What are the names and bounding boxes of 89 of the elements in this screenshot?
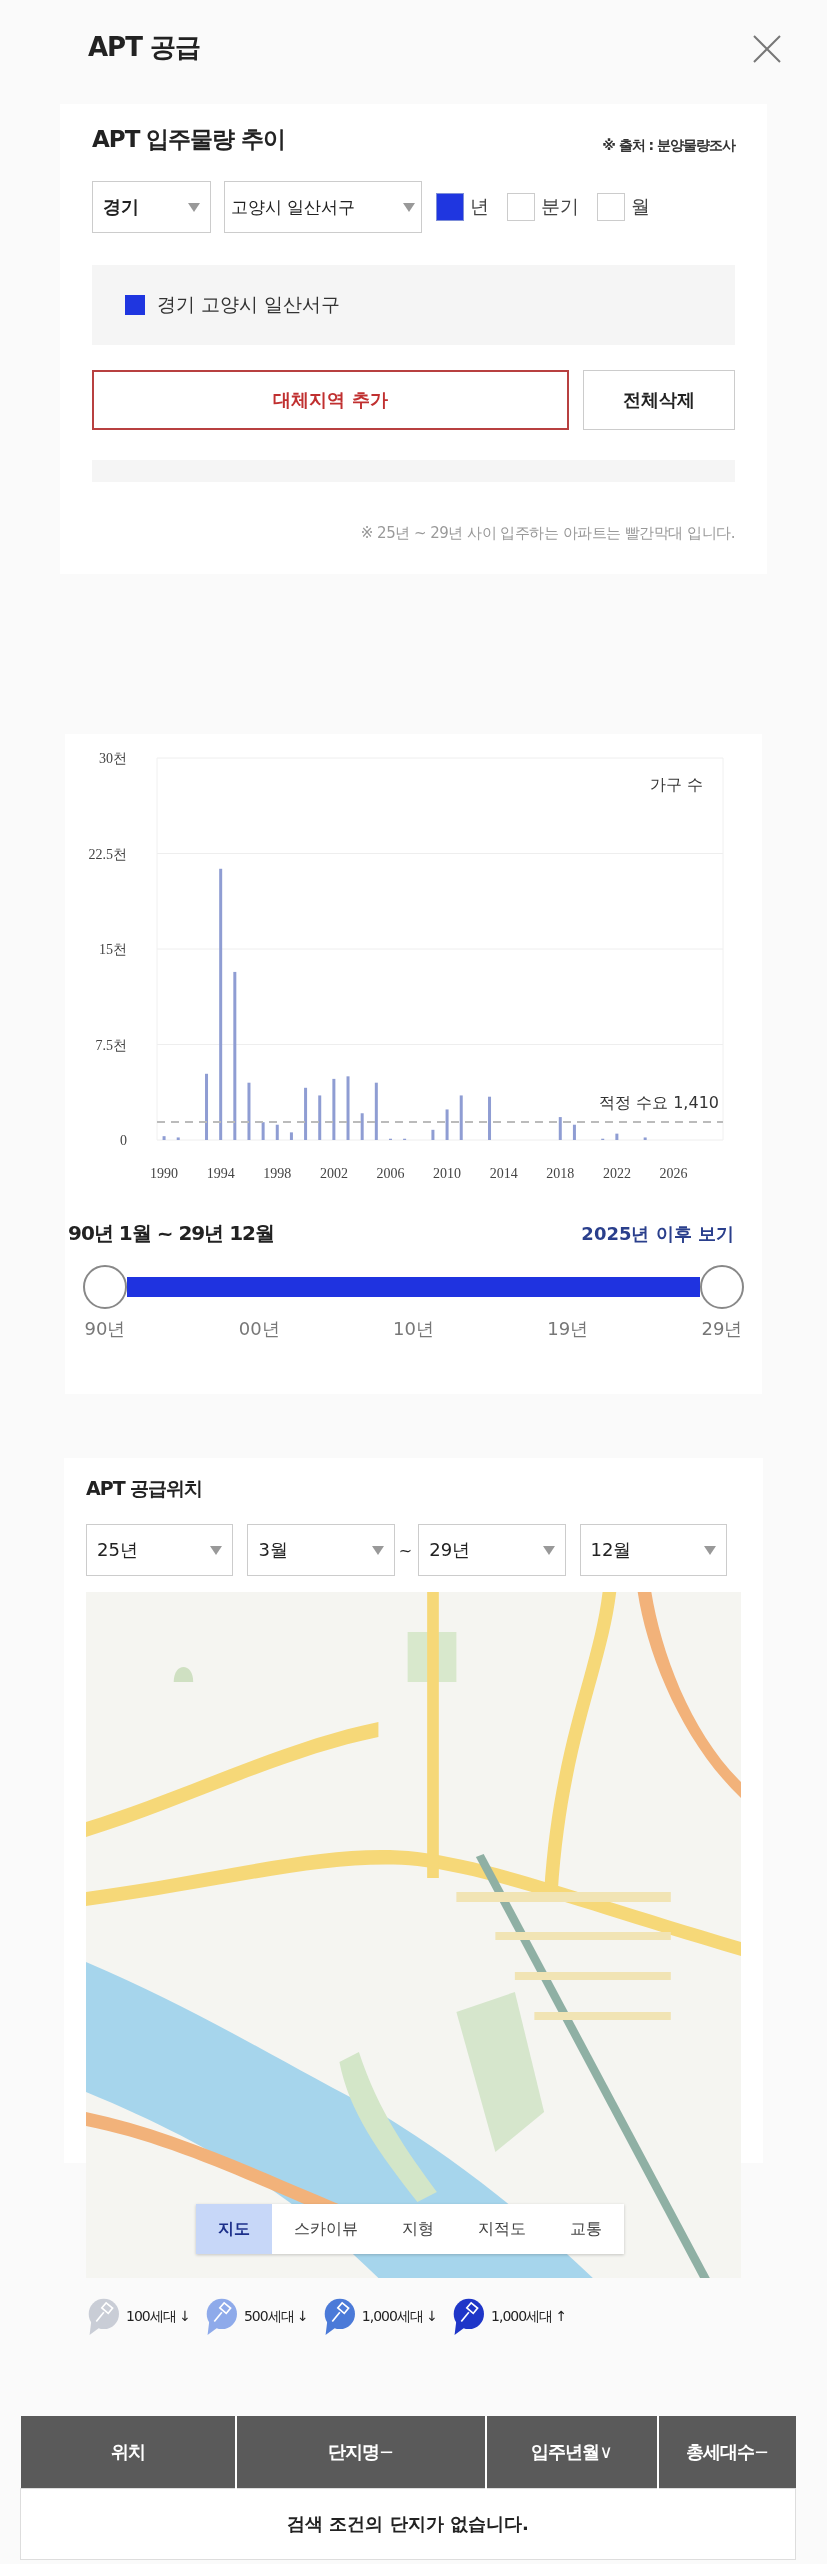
dropdown-arrow-icon [703, 1545, 716, 1555]
slider-handle[interactable] [700, 1265, 744, 1309]
section-title: APT 입주물량 추이 [92, 125, 286, 154]
dropdown-arrow-icon [210, 1545, 223, 1555]
bar [558, 1117, 562, 1140]
slider-tick-label: 19년 [547, 1317, 589, 1341]
y-tick-label: 22.5천 [88, 846, 127, 862]
range-separator: ~ [398, 1540, 413, 1560]
bar [374, 1082, 378, 1140]
legend-label: 1,000세대 ↑ [491, 2307, 567, 2326]
y-tick-label: 7.5천 [95, 1037, 127, 1053]
slider-handle[interactable] [83, 1265, 127, 1309]
region-select[interactable]: 경기 [92, 181, 211, 233]
delete-all-button[interactable]: 전체삭제 [583, 370, 735, 430]
column-header[interactable]: 단지명− [235, 2416, 486, 2489]
y-tick-label: 30천 [99, 751, 127, 766]
region-select[interactable]: 고양시 일산서구 [224, 181, 422, 233]
x-tick-label: 1990 [150, 1166, 179, 1181]
date-select[interactable]: 12월 [579, 1524, 727, 1576]
range-label: 90년 1월 ~ 29년 12월 [68, 1220, 275, 1247]
x-tick-label: 2014 [489, 1166, 518, 1181]
x-tick-label: 1994 [206, 1166, 235, 1181]
bar [572, 1124, 576, 1140]
bar [289, 1132, 293, 1140]
date-select[interactable]: 3월 [247, 1524, 395, 1576]
bar [346, 1076, 350, 1140]
bar [488, 1096, 492, 1140]
x-tick-label: 2026 [659, 1166, 688, 1181]
bar [445, 1109, 449, 1140]
close-icon[interactable] [752, 34, 782, 64]
x-tick-label: 2018 [546, 1166, 575, 1181]
bar [360, 1113, 364, 1140]
y-tick-label: 0 [120, 1133, 127, 1148]
checkbox-label: 분기 [541, 194, 579, 219]
legend-label: 1,000세대 ↓ [361, 2307, 438, 2326]
x-tick-label: 2006 [376, 1166, 405, 1181]
bar [247, 1082, 251, 1140]
x-tick-label: 2002 [319, 1166, 348, 1181]
reference-label: 적정 수요 1,410 [599, 1093, 719, 1113]
period-checkbox[interactable] [436, 193, 464, 221]
dropdown-arrow-icon [542, 1545, 555, 1555]
column-header[interactable]: 총세대수− [657, 2416, 796, 2489]
slider-tick-label: 10년 [393, 1317, 434, 1341]
legend-label: 500세대 ↓ [243, 2307, 308, 2326]
bar [615, 1133, 619, 1140]
bar [205, 1073, 209, 1140]
checkbox-label: 월 [631, 194, 650, 219]
slider-tick-label: 90년 [84, 1317, 126, 1341]
map-type-tab[interactable]: 지도 [196, 2204, 272, 2254]
bar [162, 1136, 166, 1140]
bar [318, 1095, 322, 1140]
y-tick-label: 15천 [99, 942, 127, 957]
slider-tick-label: 00년 [238, 1317, 280, 1341]
panel-title: APT 공급 [88, 30, 200, 64]
legend-label: 100세대 ↓ [126, 2307, 190, 2326]
bar [261, 1122, 265, 1140]
dropdown-arrow-icon [188, 202, 200, 212]
axis-label: 가구 수 [649, 775, 703, 794]
column-header[interactable]: 위치 [20, 2416, 236, 2489]
section-title: APT 공급위치 [86, 1476, 204, 1501]
legend-label: 경기 고양시 일산서구 [157, 292, 341, 317]
map-type-tab[interactable]: 교통 [548, 2204, 624, 2254]
bar [176, 1137, 180, 1140]
source-note: ※ 출처 : 분양물량조사 [602, 136, 735, 155]
dropdown-arrow-icon [371, 1545, 384, 1555]
bar [304, 1087, 308, 1140]
x-tick-label: 1998 [263, 1166, 292, 1181]
date-select[interactable]: 29년 [418, 1524, 566, 1576]
future-link[interactable]: 2025년 이후 보기 [581, 1221, 734, 1246]
slider-tick-label: 29년 [701, 1317, 743, 1341]
bar [643, 1137, 647, 1140]
x-tick-label: 2022 [602, 1166, 631, 1181]
dropdown-arrow-icon [403, 202, 415, 212]
map-type-tab[interactable]: 스카이뷰 [272, 2204, 380, 2254]
bar [431, 1129, 435, 1140]
period-checkbox[interactable] [597, 193, 625, 221]
bar [459, 1095, 463, 1140]
bar [275, 1124, 279, 1140]
x-tick-label: 2010 [433, 1166, 462, 1181]
footnote: ※ 25년 ~ 29년 사이 입주하는 아파트는 빨간막대 입니다. [359, 524, 735, 543]
map-type-tab[interactable]: 지적도 [456, 2204, 548, 2254]
column-header[interactable]: 입주년월∨ [485, 2416, 658, 2489]
map-type-tab[interactable]: 지형 [380, 2204, 456, 2254]
bar [332, 1078, 336, 1140]
period-checkbox[interactable] [507, 193, 535, 221]
empty-message: 검색 조건의 단지가 없습니다. [20, 2488, 796, 2560]
date-select[interactable]: 25년 [86, 1524, 234, 1576]
add-region-button[interactable]: 대체지역 추가 [92, 370, 569, 430]
checkbox-label: 년 [470, 194, 489, 219]
